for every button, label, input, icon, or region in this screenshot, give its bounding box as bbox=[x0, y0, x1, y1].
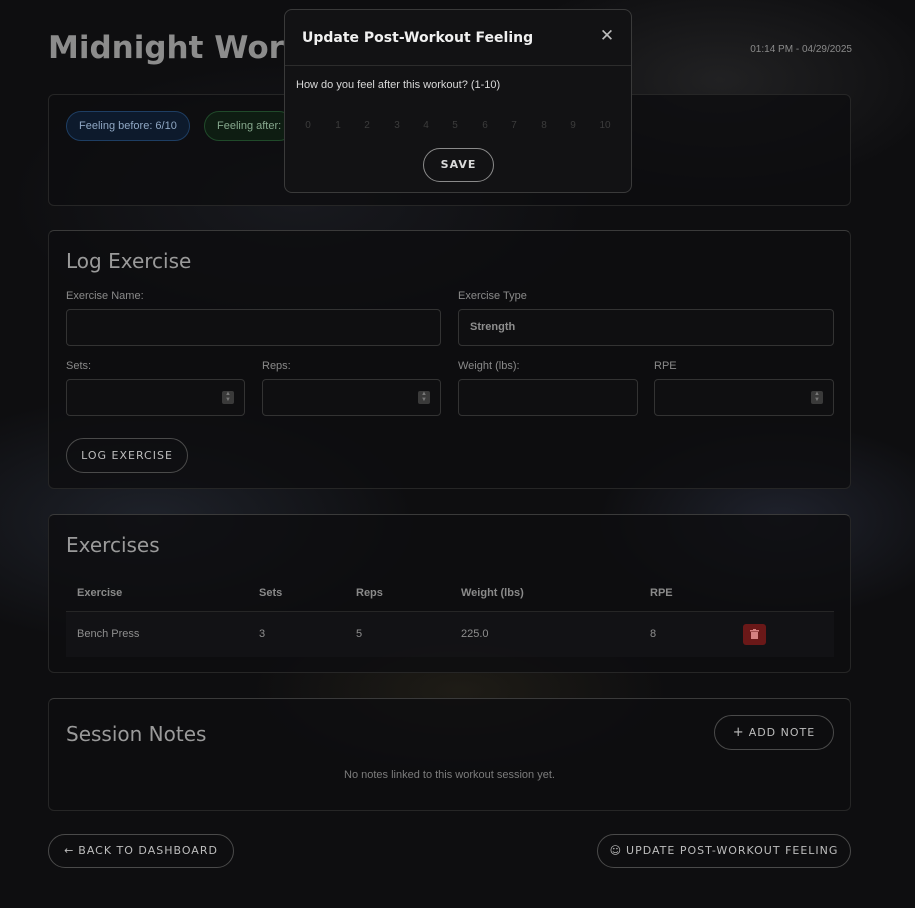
delete-exercise-button[interactable] bbox=[743, 623, 766, 645]
slider-tick-label: 9 bbox=[570, 120, 576, 131]
column-header: Exercise bbox=[66, 575, 248, 612]
cell-weight: 225.0 bbox=[450, 611, 639, 657]
exercise-name-input[interactable] bbox=[66, 309, 441, 346]
slider-tick-label: 7 bbox=[511, 120, 517, 131]
feeling-slider[interactable]: 0 1 2 3 4 5 6 7 8 9 10 bbox=[302, 120, 618, 134]
sets-input[interactable]: ▲ ▼ bbox=[66, 379, 245, 416]
column-header: RPE bbox=[639, 575, 732, 612]
cell-rpe: 8 bbox=[639, 611, 732, 657]
reps-stepper[interactable]: ▲ ▼ bbox=[418, 391, 430, 404]
reps-label: Reps: bbox=[262, 360, 291, 372]
trash-icon bbox=[750, 629, 759, 640]
log-exercise-heading: Log Exercise bbox=[66, 249, 192, 273]
rpe-label: RPE bbox=[654, 360, 677, 372]
table-row: Bench Press 3 5 225.0 8 bbox=[66, 611, 834, 657]
cell-exercise: Bench Press bbox=[66, 611, 248, 657]
update-post-workout-feeling-button[interactable]: ☺ UPDATE POST-WORKOUT FEELING bbox=[597, 834, 851, 868]
slider-tick-label: 5 bbox=[452, 120, 458, 131]
slider-tick-label: 4 bbox=[423, 120, 429, 131]
sets-label: Sets: bbox=[66, 360, 92, 372]
feeling-after-badge: Feeling after: bbox=[204, 111, 295, 141]
slider-tick-label: 3 bbox=[394, 120, 400, 131]
cell-sets: 3 bbox=[248, 611, 345, 657]
modal-title: Update Post-Workout Feeling bbox=[302, 30, 534, 46]
back-to-dashboard-button[interactable]: ← BACK TO DASHBOARD bbox=[48, 834, 234, 868]
weight-input[interactable] bbox=[458, 379, 638, 416]
back-label: BACK TO DASHBOARD bbox=[78, 844, 218, 857]
feeling-before-badge: Feeling before: 6/10 bbox=[66, 111, 190, 141]
slider-tick-label: 8 bbox=[541, 120, 547, 131]
update-feeling-label: UPDATE POST-WORKOUT FEELING bbox=[626, 844, 839, 857]
weight-label: Weight (lbs): bbox=[458, 360, 520, 372]
session-notes-heading: Session Notes bbox=[66, 722, 207, 746]
update-feeling-modal: Update Post-Workout Feeling ✕ How do you… bbox=[284, 9, 632, 193]
session-notes-card: Session Notes + ADD NOTE No notes linked … bbox=[48, 698, 851, 811]
exercises-heading: Exercises bbox=[66, 533, 160, 557]
rpe-input[interactable]: ▲ ▼ bbox=[654, 379, 834, 416]
add-note-label: ADD NOTE bbox=[748, 726, 816, 739]
column-header: Weight (lbs) bbox=[450, 575, 639, 612]
slider-tick-label: 6 bbox=[482, 120, 488, 131]
exercise-type-select[interactable]: Strength bbox=[458, 309, 834, 346]
arrow-left-icon: ← bbox=[64, 844, 75, 857]
reps-input[interactable]: ▲ ▼ bbox=[262, 379, 441, 416]
exercises-card: Exercises Exercise Sets Reps Weight (lbs… bbox=[48, 514, 851, 673]
column-header: Reps bbox=[345, 575, 450, 612]
add-note-button[interactable]: + ADD NOTE bbox=[714, 715, 834, 750]
slider-tick-label: 2 bbox=[364, 120, 370, 131]
exercise-name-label: Exercise Name: bbox=[66, 290, 144, 302]
slider-tick-label: 0 bbox=[305, 120, 311, 131]
column-header: Sets bbox=[248, 575, 345, 612]
sets-stepper[interactable]: ▲ ▼ bbox=[222, 391, 234, 404]
session-datetime: 01:14 PM - 04/29/2025 bbox=[750, 44, 852, 55]
smile-icon: ☺ bbox=[609, 844, 623, 857]
cell-actions bbox=[732, 611, 834, 657]
plus-icon: + bbox=[732, 725, 745, 740]
save-button[interactable]: SAVE bbox=[423, 148, 494, 182]
modal-divider bbox=[285, 65, 631, 66]
notes-empty-message: No notes linked to this workout session … bbox=[344, 769, 555, 781]
column-header-actions bbox=[732, 575, 834, 612]
exercise-type-label: Exercise Type bbox=[458, 290, 527, 302]
log-exercise-card: Log Exercise Exercise Name: Exercise Typ… bbox=[48, 230, 851, 489]
log-exercise-button[interactable]: LOG EXERCISE bbox=[66, 438, 188, 473]
slider-tick-label: 1 bbox=[335, 120, 341, 131]
cell-reps: 5 bbox=[345, 611, 450, 657]
rpe-stepper[interactable]: ▲ ▼ bbox=[811, 391, 823, 404]
table-header-row: Exercise Sets Reps Weight (lbs) RPE bbox=[66, 575, 834, 612]
close-icon[interactable]: ✕ bbox=[597, 26, 617, 46]
exercises-table: Exercise Sets Reps Weight (lbs) RPE Benc… bbox=[66, 575, 834, 657]
slider-tick-label: 10 bbox=[599, 120, 611, 131]
modal-question: How do you feel after this workout? (1-1… bbox=[296, 79, 501, 91]
